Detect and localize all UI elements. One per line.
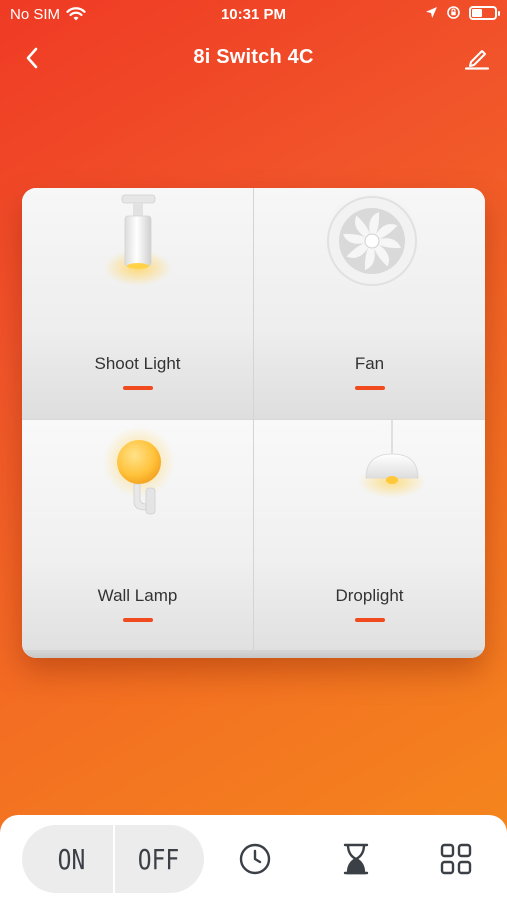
nav-bar: 8i Switch 4C	[0, 38, 507, 78]
countdown-button[interactable]	[336, 839, 376, 879]
gang-label: Shoot Light	[94, 354, 181, 373]
status-indicator	[123, 386, 153, 390]
fan-icon	[320, 189, 424, 293]
pencil-icon	[464, 50, 490, 70]
all-on-button[interactable]: ON	[34, 825, 109, 893]
orientation-lock-icon	[447, 6, 460, 19]
gang-label: Wall Lamp	[97, 586, 178, 605]
shoot-light-icon	[104, 194, 172, 286]
gang-droplight[interactable]: Droplight	[254, 420, 485, 651]
status-indicator	[355, 386, 385, 390]
gang-fan[interactable]: Fan	[254, 188, 485, 419]
grid-icon	[440, 843, 472, 875]
status-indicator	[355, 618, 385, 622]
panel-divider-horizontal	[22, 419, 485, 420]
more-functions-button[interactable]	[436, 839, 476, 879]
edit-button[interactable]	[461, 42, 493, 74]
all-off-button[interactable]: OFF	[121, 825, 196, 893]
schedule-button[interactable]	[235, 839, 275, 879]
location-arrow-icon	[426, 7, 437, 18]
battery-level	[472, 8, 482, 17]
gang-wall-lamp[interactable]: Wall Lamp	[22, 420, 253, 651]
battery-icon	[469, 5, 500, 20]
gang-shoot-light[interactable]: Shoot Light	[22, 188, 253, 419]
bottom-bar: ON OFF	[0, 815, 507, 900]
gang-label: Droplight	[335, 586, 404, 605]
panel-base	[22, 650, 485, 658]
status-bar: No SIM 10:31 PM	[0, 0, 507, 30]
page-title: 8i Switch 4C	[193, 46, 314, 68]
gang-label: Fan	[354, 354, 385, 373]
wall-lamp-icon	[103, 426, 175, 515]
status-indicator	[123, 618, 153, 622]
all-on-off-group: ON OFF	[22, 825, 204, 893]
clock-icon	[239, 843, 271, 875]
switch-panel: Shoot Light Fan Wall Lamp Droplight	[22, 188, 485, 658]
status-right	[425, 5, 500, 20]
droplight-icon	[358, 420, 426, 498]
on-off-divider	[113, 825, 115, 893]
hourglass-icon	[343, 843, 369, 875]
